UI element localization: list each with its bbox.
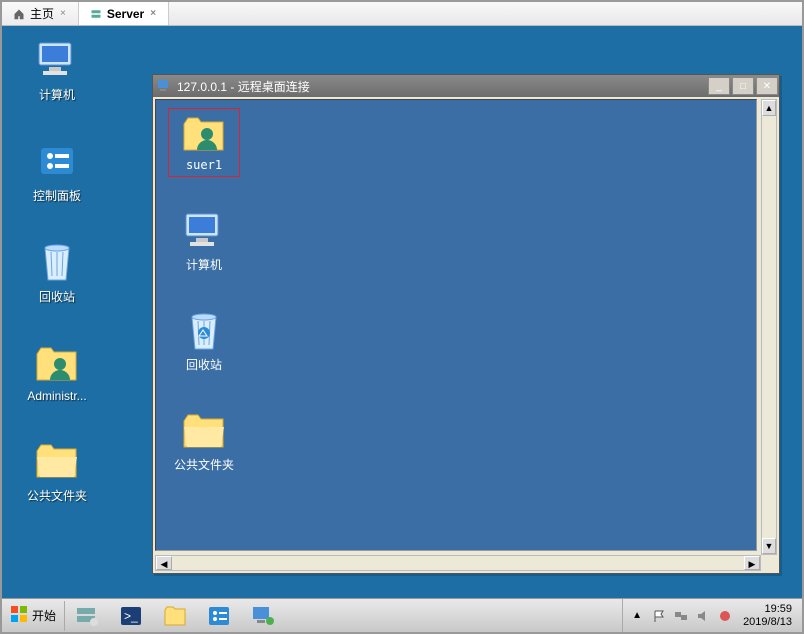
flag-icon[interactable]: [651, 608, 667, 624]
scroll-left-button[interactable]: ◀: [156, 556, 172, 570]
close-icon[interactable]: ×: [148, 8, 158, 19]
icon-label: 回收站: [186, 356, 222, 373]
powershell-icon: >_: [119, 604, 143, 628]
tab-server-label: Server: [107, 7, 144, 21]
clock-time: 19:59: [743, 603, 792, 616]
folder-icon: [181, 411, 227, 453]
explorer-icon: [163, 605, 187, 627]
control-panel-icon: [207, 605, 231, 627]
remote-desktop-icons: suer1 计算机 回收站: [168, 108, 240, 477]
control-panel-icon: [34, 141, 80, 183]
server-icon: [89, 7, 103, 21]
icon-label: 计算机: [18, 86, 96, 103]
app-frame: 主页 × Server × 计算机 控制面板: [0, 0, 804, 634]
computer-icon: [34, 40, 80, 82]
computer-icon: [181, 211, 227, 253]
desktop-icon-computer[interactable]: 计算机: [18, 40, 96, 103]
scroll-right-button[interactable]: ▶: [744, 556, 760, 570]
icon-label: 公共文件夹: [174, 456, 234, 473]
desktop-icon-recycle-bin[interactable]: 回收站: [18, 242, 96, 305]
svg-text:>_: >_: [124, 609, 138, 623]
start-button[interactable]: 开始: [2, 601, 65, 631]
close-icon[interactable]: ×: [58, 8, 68, 19]
minimize-button[interactable]: _: [708, 77, 730, 95]
tab-bar: 主页 × Server ×: [2, 2, 802, 26]
desktop-icon-control-panel[interactable]: 控制面板: [18, 141, 96, 204]
system-tray: ▲ 19:59 2019/8/13: [622, 599, 802, 632]
icon-label: 公共文件夹: [18, 487, 96, 504]
tab-home-label: 主页: [30, 5, 54, 22]
desktop-icons-column: 计算机 控制面板 回收站 Administr...: [18, 40, 96, 504]
scrollbar-vertical[interactable]: ▲ ▼: [761, 99, 777, 555]
icon-label: 控制面板: [18, 187, 96, 204]
close-button[interactable]: ✕: [756, 77, 778, 95]
taskbar-clock[interactable]: 19:59 2019/8/13: [739, 603, 796, 629]
rdp-icon: [251, 605, 275, 627]
taskbar-item-rdp[interactable]: [242, 601, 284, 631]
desktop-icon-public-folder[interactable]: 公共文件夹: [18, 441, 96, 504]
desktop-icon-administrator[interactable]: Administr...: [18, 343, 96, 403]
icon-label: 回收站: [18, 288, 96, 305]
folder-icon: [34, 441, 80, 483]
icon-label: 计算机: [186, 256, 222, 273]
scrollbar-horizontal[interactable]: ◀ ▶: [155, 555, 761, 571]
taskbar: 开始 >_ ▲: [2, 598, 802, 632]
recycle-bin-icon: [181, 311, 227, 353]
server-manager-icon: [75, 604, 99, 628]
tray-extra-icon[interactable]: [717, 608, 733, 624]
windows-logo-icon: [10, 605, 28, 626]
rdp-window[interactable]: 127.0.0.1 - 远程桌面连接 _ □ ✕ suer1: [152, 74, 780, 574]
remote-icon-public-folder[interactable]: 公共文件夹: [168, 407, 240, 477]
start-label: 开始: [32, 607, 56, 624]
user-folder-icon: [34, 343, 80, 385]
scroll-down-button[interactable]: ▼: [762, 538, 776, 554]
volume-icon[interactable]: [695, 608, 711, 624]
maximize-button[interactable]: □: [732, 77, 754, 95]
recycle-bin-icon: [34, 242, 80, 284]
remote-icon-computer[interactable]: 计算机: [168, 207, 240, 277]
tab-server[interactable]: Server ×: [79, 2, 169, 25]
taskbar-item-powershell[interactable]: >_: [110, 601, 152, 631]
icon-label: suer1: [186, 158, 222, 172]
tray-expand-button[interactable]: ▲: [629, 608, 645, 624]
clock-date: 2019/8/13: [743, 616, 792, 629]
icon-label: Administr...: [18, 389, 96, 403]
network-icon[interactable]: [673, 608, 689, 624]
rdp-title-text: 127.0.0.1 - 远程桌面连接: [177, 78, 310, 95]
tab-home[interactable]: 主页 ×: [2, 2, 79, 25]
taskbar-item-control-panel[interactable]: [198, 601, 240, 631]
home-icon: [12, 7, 26, 21]
rdp-body: suer1 计算机 回收站: [153, 97, 779, 573]
desktop[interactable]: 计算机 控制面板 回收站 Administr...: [2, 26, 802, 598]
remote-icon-suer1[interactable]: suer1: [168, 108, 240, 177]
scroll-up-button[interactable]: ▲: [762, 100, 776, 116]
rdp-titlebar[interactable]: 127.0.0.1 - 远程桌面连接 _ □ ✕: [153, 75, 779, 97]
remote-desktop[interactable]: suer1 计算机 回收站: [155, 99, 757, 551]
user-folder-icon: [181, 113, 227, 155]
taskbar-item-server-manager[interactable]: [66, 601, 108, 631]
taskbar-item-explorer[interactable]: [154, 601, 196, 631]
rdp-icon: [157, 78, 173, 94]
remote-icon-recycle-bin[interactable]: 回收站: [168, 307, 240, 377]
